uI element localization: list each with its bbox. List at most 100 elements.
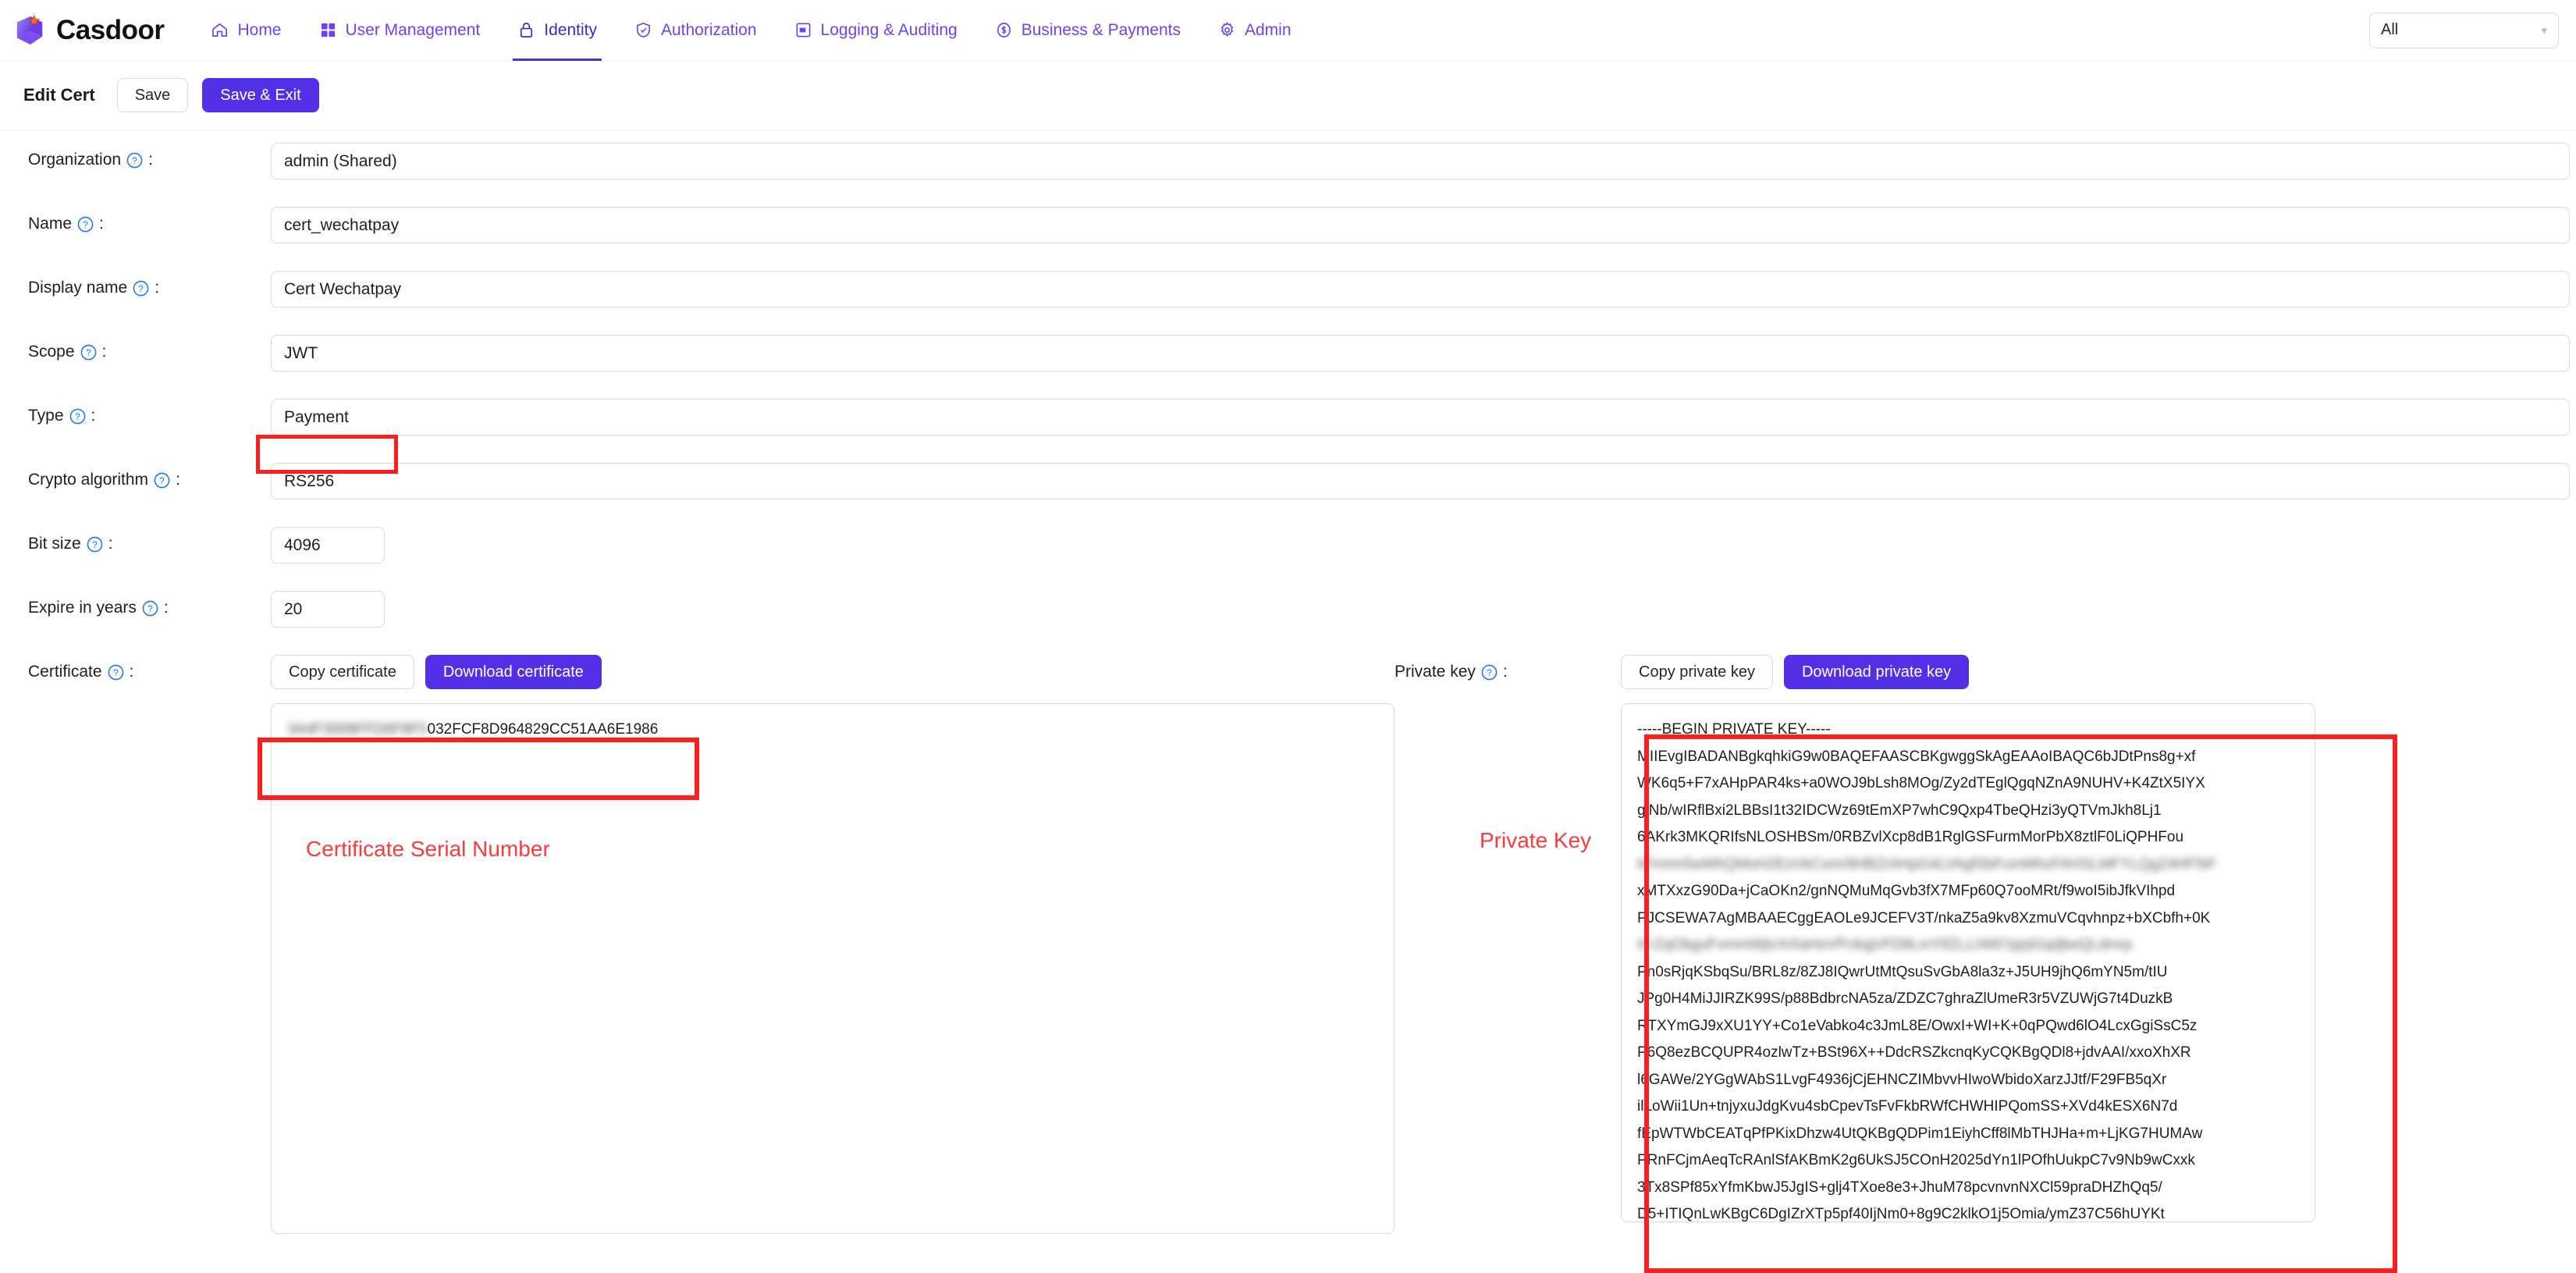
- form-label-bit-size-text: Bit size: [28, 535, 81, 553]
- expire-in-years-input[interactable]: 20: [271, 591, 385, 628]
- svg-text:?: ?: [1487, 667, 1492, 677]
- nav-item-admin-label: Admin: [1245, 22, 1292, 38]
- certificate-label-colon: :: [130, 663, 134, 681]
- private-key-textarea[interactable]: -----BEGIN PRIVATE KEY-----MIIEvgIBADANB…: [1621, 703, 2315, 1222]
- brand-name: Casdoor: [56, 16, 164, 44]
- copy-certificate-button[interactable]: Copy certificate: [271, 655, 414, 689]
- nav-right-area: All ▾: [2369, 12, 2559, 48]
- svg-text:?: ?: [75, 411, 80, 421]
- form-control-expire-in-years: 20: [271, 578, 2576, 628]
- nav-item-home[interactable]: Home: [192, 0, 300, 61]
- nav-item-identity[interactable]: Identity: [499, 0, 616, 61]
- question-circle-icon[interactable]: ?: [142, 600, 158, 617]
- private-key-label-colon: :: [1503, 663, 1508, 681]
- form-control-name: cert_wechatpay: [271, 194, 2576, 244]
- nav-item-authorization[interactable]: Authorization: [616, 0, 776, 61]
- form-label-scope-text: Scope: [28, 343, 75, 361]
- chevron-down-icon: ▾: [2541, 23, 2547, 37]
- casdoor-cube-logo-icon: [14, 14, 47, 47]
- question-circle-icon[interactable]: ?: [126, 152, 143, 169]
- svg-text:?: ?: [147, 603, 153, 613]
- private-key-buttons: Copy private key Download private key: [1621, 655, 2315, 689]
- form-row-display-name: Display name ? : Cert Wechatpay: [0, 258, 2576, 322]
- question-circle-icon[interactable]: ?: [133, 280, 149, 297]
- copy-private-key-button[interactable]: Copy private key: [1621, 655, 1773, 689]
- home-icon: [211, 21, 229, 39]
- certificate-label: Certificate ? :: [0, 642, 271, 681]
- private-key-line: PJCSEWA7AgMBAAECggEAOLe9JCEFV3T/nkaZ5a9k…: [1637, 905, 2299, 933]
- form-row-organization: Organization ? : admin (Shared): [0, 130, 2576, 194]
- nav-item-user-management[interactable]: User Management: [300, 0, 499, 61]
- private-key-line: kFrmm5wWhQMoH2EoVkCom/9HBZrAHpG4LVAgfSbF…: [1637, 852, 2299, 879]
- private-key-line: l6GAWe/2YGgWAbS1LvgF4936jCjEHNCZIMbvvHIw…: [1637, 1067, 2299, 1094]
- private-key-line: Pn0sRjqKSbqSu/BRL8z/8ZJ8IQwrUtMtQsuSvGbA…: [1637, 959, 2299, 987]
- crypto-algorithm-select[interactable]: RS256: [271, 463, 2570, 500]
- save-and-exit-button[interactable]: Save & Exit: [202, 78, 318, 112]
- form-row-bit-size: Bit size ? : 4096: [0, 514, 2576, 578]
- lock-icon: [517, 21, 535, 39]
- private-key-line: WK6q5+F7xAHpPAR4ks+a0WOJ9bLsh8MOg/Zy2dTE…: [1637, 770, 2299, 798]
- scope-select[interactable]: JWT: [271, 335, 2570, 372]
- private-key-line: 3Tx8SPf85xYfmKbwJ5JgIS+glj4TXoe8e3+JhuM7…: [1637, 1175, 2299, 1202]
- form-label-crypto-algorithm-text: Crypto algorithm: [28, 471, 148, 489]
- certificate-serial-visible: 032FCF8D964829CC51AA6E1986: [428, 721, 659, 738]
- svg-text:?: ?: [113, 667, 119, 677]
- question-circle-icon[interactable]: ?: [77, 216, 94, 233]
- certificate-label-text: Certificate: [28, 663, 102, 681]
- download-certificate-button[interactable]: Download certificate: [425, 655, 602, 689]
- bit-size-input[interactable]: 4096: [271, 527, 385, 564]
- form-row-name: Name ? : cert_wechatpay: [0, 194, 2576, 258]
- nav-item-admin[interactable]: Admin: [1199, 0, 1310, 61]
- display-name-input[interactable]: Cert Wechatpay: [271, 271, 2570, 308]
- form-control-bit-size: 4096: [271, 514, 2576, 564]
- private-key-line: xMTXxzG90Da+jCaOKn2/gnNQMuMqGvb3fX7MFp60…: [1637, 878, 2299, 905]
- save-button[interactable]: Save: [117, 78, 189, 112]
- question-circle-icon[interactable]: ?: [1481, 664, 1498, 681]
- app-root: Casdoor Home User Management: [0, 0, 2576, 1273]
- edit-cert-toolbar: Edit Cert Save Save & Exit: [0, 61, 2576, 130]
- form-control-scope: JWT: [271, 322, 2576, 372]
- form-row-scope: Scope ? : JWT: [0, 322, 2576, 386]
- question-circle-icon[interactable]: ?: [80, 344, 97, 361]
- private-key-line: fEpWTWbCEATqPfPKixDhzw4UtQKBgQDPim1EiyhC…: [1637, 1121, 2299, 1148]
- gear-icon: [1218, 21, 1236, 39]
- form-label-colon: :: [102, 343, 107, 361]
- form-control-display-name: Cert Wechatpay: [271, 258, 2576, 308]
- private-key-line: ilLoWii1Un+tnjyxuJdgKvu4sbCpevTsFvFkbRWf…: [1637, 1093, 2299, 1121]
- question-circle-icon[interactable]: ?: [154, 472, 170, 489]
- form-label-organization-text: Organization: [28, 151, 121, 169]
- nav-item-home-label: Home: [237, 22, 281, 38]
- name-input[interactable]: cert_wechatpay: [271, 207, 2570, 244]
- grid-icon: [319, 21, 337, 39]
- private-key-label-text: Private key: [1395, 663, 1476, 681]
- nav-item-authorization-label: Authorization: [661, 22, 757, 38]
- form-row-expire-in-years: Expire in years ? : 20: [0, 578, 2576, 642]
- certificate-textarea[interactable]: 3A4F3008FFD6F8F5032FCF8D964829CC51AA6E19…: [271, 703, 1395, 1234]
- organization-input[interactable]: admin (Shared): [271, 143, 2570, 180]
- form-label-expire-in-years: Expire in years ? :: [0, 578, 271, 617]
- organization-select-value: All: [2381, 21, 2398, 39]
- private-key-column: Private key ? : Copy private key Downloa…: [1395, 642, 2315, 1222]
- form-control-crypto-algorithm: RS256: [271, 450, 2576, 500]
- brand[interactable]: Casdoor: [14, 14, 164, 47]
- svg-text:?: ?: [132, 155, 137, 165]
- keys-row: Certificate ? : Copy certificate Downloa…: [0, 642, 2576, 1234]
- question-circle-icon[interactable]: ?: [108, 664, 124, 681]
- form-label-name-text: Name: [28, 215, 72, 233]
- private-key-body: Copy private key Download private key --…: [1621, 642, 2315, 1222]
- download-private-key-button[interactable]: Download private key: [1784, 655, 1969, 689]
- nav-item-logging-auditing[interactable]: Logging & Auditing: [776, 0, 976, 61]
- nav-item-business-payments[interactable]: Business & Payments: [976, 0, 1199, 61]
- certificate-buttons: Copy certificate Download certificate: [271, 655, 1395, 689]
- type-select[interactable]: Payment: [271, 399, 2570, 436]
- form-label-colon: :: [108, 535, 113, 553]
- question-circle-icon[interactable]: ?: [69, 408, 86, 425]
- top-navigation-bar: Casdoor Home User Management: [0, 0, 2576, 61]
- edit-cert-sheet: Edit Cert Save Save & Exit Organization …: [0, 61, 2576, 1234]
- question-circle-icon[interactable]: ?: [87, 536, 103, 553]
- nav-item-business-payments-label: Business & Payments: [1022, 22, 1181, 38]
- private-key-line: D5+ITIQnLwKBgC6DgIZrXTp5pf40IjNm0+8g9C2k…: [1637, 1201, 2299, 1222]
- organization-select[interactable]: All ▾: [2369, 12, 2559, 48]
- form-label-colon: :: [176, 471, 180, 489]
- form-label-type: Type ? :: [0, 386, 271, 425]
